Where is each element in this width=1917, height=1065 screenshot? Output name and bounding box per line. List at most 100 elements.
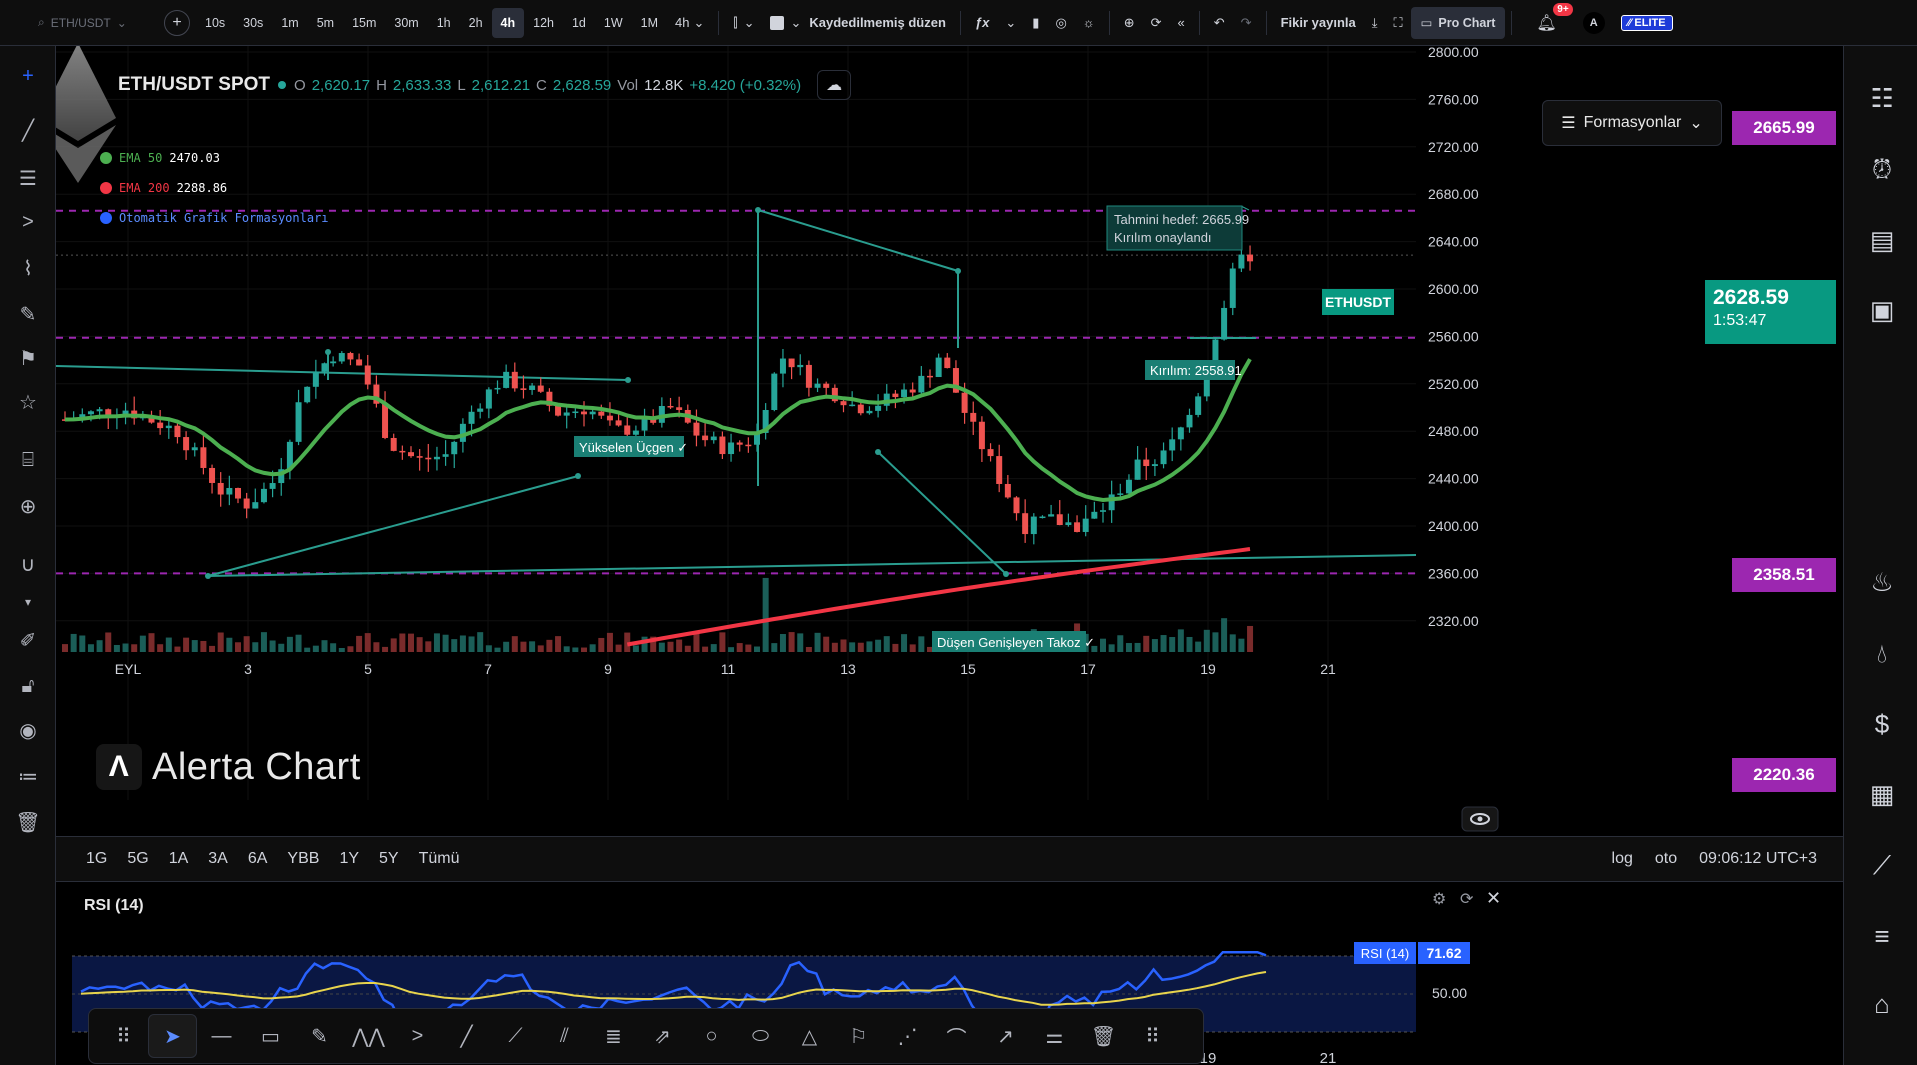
replay-button[interactable]: ⟳ (1143, 8, 1170, 38)
rectangle-icon[interactable]: ▭ (246, 1014, 295, 1058)
parallel-channel-icon[interactable]: ⫽ (540, 1014, 589, 1058)
wallet-icon[interactable]: ▣ (1866, 294, 1898, 326)
arrow-icon[interactable]: > (393, 1014, 442, 1058)
trash-icon[interactable]: 🗑︎ (1079, 1014, 1128, 1058)
range-1m[interactable]: 1A (159, 850, 199, 868)
horizontal-line-icon[interactable]: ― (197, 1014, 246, 1058)
tf-15m[interactable]: 15m (343, 8, 385, 38)
settings-button[interactable]: ☼ (1075, 8, 1103, 38)
ellipse-icon[interactable]: ⬭ (736, 1014, 785, 1058)
drop-icon[interactable]: 💧︎ (1866, 638, 1898, 670)
range-1y[interactable]: 1Y (329, 850, 369, 868)
tf-10s[interactable]: 10s (196, 8, 234, 38)
redo-button[interactable]: ↷ (1233, 8, 1260, 38)
rewind-button[interactable]: « (1170, 8, 1193, 38)
rsi-close-button[interactable]: ✕ (1486, 888, 1501, 908)
range-ytd[interactable]: YBB (277, 850, 329, 868)
indicators-dropdown[interactable]: ⌄ (997, 8, 1024, 38)
tf-4h[interactable]: 4h (491, 7, 525, 38)
patterns-dropdown-button[interactable]: ☰ Formasyonlar ⌄ (1542, 100, 1722, 146)
magnet-icon[interactable]: ∪ (14, 550, 42, 578)
layout-button[interactable]: ⌄ Kaydedilmemiş düzen (762, 8, 953, 38)
tf-12h[interactable]: 12h (524, 8, 563, 38)
cursor-tool-icon[interactable]: ➤ (148, 1014, 197, 1058)
tf-1m[interactable]: 1m (272, 8, 307, 38)
indicator-ema200[interactable]: EMA 200 2288.86 (100, 181, 227, 195)
arrow-line-icon[interactable]: ↗ (981, 1014, 1030, 1058)
globe-button[interactable]: ⊕ (1116, 8, 1143, 38)
flag-icon[interactable]: ⚐ (834, 1014, 883, 1058)
trash-icon[interactable]: 🗑︎ (14, 808, 42, 836)
ruler-icon[interactable]: ⌇ (14, 254, 42, 282)
indicator-ema50[interactable]: EMA 50 2470.03 (100, 151, 220, 165)
polyline-icon[interactable]: ⋰ (883, 1014, 932, 1058)
tf-30s[interactable]: 30s (234, 8, 272, 38)
measure-icon[interactable]: ⌸ (14, 446, 42, 474)
log-toggle[interactable]: log (1612, 850, 1633, 868)
crosshair-icon[interactable]: + (14, 62, 42, 90)
dollar-icon[interactable]: $ (1866, 708, 1898, 740)
interval-dropdown[interactable]: 4h ⌄ (667, 8, 712, 38)
arrow-icon[interactable]: > (14, 208, 42, 236)
watchlist-icon[interactable]: ☷ (1866, 82, 1898, 114)
range-6m[interactable]: 6A (238, 850, 278, 868)
bank-icon[interactable]: ⌂ (1866, 988, 1898, 1020)
undo-button[interactable]: ↶ (1206, 8, 1233, 38)
ray-icon[interactable]: ⟋ (491, 1014, 540, 1058)
download-button[interactable]: ⤓ (1364, 8, 1386, 38)
line-chart-icon[interactable]: ⟋ (1866, 850, 1898, 882)
bars-icon-button[interactable]: ▮ (1024, 8, 1047, 38)
flag-icon[interactable]: ⚑ (14, 344, 42, 372)
arc-icon[interactable]: ⌒ (932, 1014, 981, 1058)
range-all[interactable]: Tümü (409, 850, 470, 868)
alerts-button[interactable]: ◎ (1047, 8, 1074, 38)
lock-icon[interactable]: 🔓︎ (14, 672, 42, 700)
brush-icon[interactable]: ✎ (14, 300, 42, 328)
sliders-icon[interactable]: ⚌ (1030, 1014, 1079, 1058)
trend-line-icon[interactable]: ╱ (14, 116, 42, 144)
fullscreen-button[interactable]: ⛶ (1385, 8, 1410, 38)
compare-add-button[interactable]: + (164, 9, 190, 36)
indicators-button[interactable]: ƒx (967, 8, 997, 38)
indicator-auto-patterns[interactable]: Otomatik Grafik Formasyonları (100, 211, 329, 225)
alarm-clock-icon[interactable]: ⏰︎ (1866, 154, 1898, 186)
drag-handle-icon[interactable]: ⠿ (99, 1014, 148, 1058)
list-add-icon[interactable]: ≡ (1866, 920, 1898, 952)
chevron-down-icon[interactable]: ▾ (14, 588, 42, 616)
range-3m[interactable]: 3A (198, 850, 238, 868)
range-1d[interactable]: 1G (76, 850, 117, 868)
pattern-icon[interactable]: ⋀⋀ (344, 1014, 393, 1058)
pencil-lock-icon[interactable]: ✐ (14, 626, 42, 654)
lines-icon[interactable]: ☰ (14, 164, 42, 192)
eye-toggle[interactable] (1461, 806, 1499, 832)
star-icon[interactable]: ☆ (14, 388, 42, 416)
symbol-search[interactable]: ⌕ ETH/USDT ⌄ (0, 0, 150, 46)
circle-icon[interactable]: ○ (687, 1014, 736, 1058)
brush-icon[interactable]: ✎ (295, 1014, 344, 1058)
rsi-settings-button[interactable]: ⚙ (1432, 891, 1446, 908)
tf-5m[interactable]: 5m (308, 8, 343, 38)
trend-line-icon[interactable]: ╱ (442, 1014, 491, 1058)
rsi-refresh-button[interactable]: ⟳ (1460, 891, 1474, 908)
tf-1mo[interactable]: 1M (632, 8, 667, 38)
pro-chart-button[interactable]: ▭ Pro Chart (1410, 6, 1506, 39)
zoom-icon[interactable]: ⊕ (14, 492, 42, 520)
object-tree-icon[interactable]: ≔ (14, 762, 42, 790)
news-icon[interactable]: ▤ (1866, 224, 1898, 256)
plan-badge[interactable]: ⁄⁄ ELITE (1613, 8, 1681, 38)
drag-handle-icon[interactable]: ⠿ (1128, 1014, 1177, 1058)
arrow-marker-icon[interactable]: ⇗ (638, 1014, 687, 1058)
tf-30m[interactable]: 30m (385, 8, 427, 38)
cloud-button[interactable]: ☁︎ (817, 70, 852, 100)
tf-1w[interactable]: 1W (595, 8, 632, 38)
range-5d[interactable]: 5G (117, 850, 158, 868)
triangle-icon[interactable]: △ (785, 1014, 834, 1058)
tf-1h[interactable]: 1h (428, 8, 460, 38)
eye-icon[interactable]: ◉ (14, 716, 42, 744)
tf-1d[interactable]: 1d (563, 8, 595, 38)
fib-icon[interactable]: ≣ (589, 1014, 638, 1058)
avatar[interactable]: A (1575, 8, 1613, 38)
fire-icon[interactable]: ♨ (1866, 566, 1898, 598)
tf-2h[interactable]: 2h (460, 8, 492, 38)
range-5y[interactable]: 5Y (369, 850, 409, 868)
